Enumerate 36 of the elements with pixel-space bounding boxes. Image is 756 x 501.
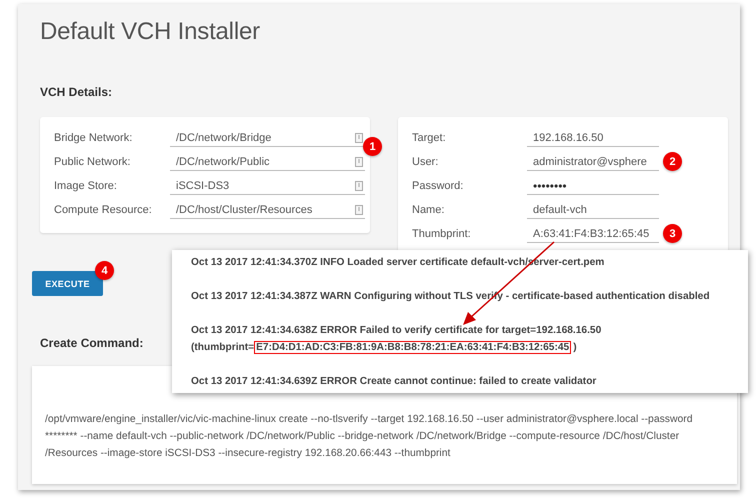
input-field[interactable]: A:63:41:F4:B3:12:65:45 — [527, 225, 659, 243]
highlighted-thumbprint: E7:D4:D1:AD:C3:FB:81:9A:B8:B8:78:21:EA:63:41:F4:B3:12:65:45 — [254, 341, 572, 354]
section-heading: Create Command: — [40, 336, 144, 350]
document-icon — [355, 132, 363, 142]
field-label: Public Network: — [54, 156, 132, 168]
command-text: /opt/vmware/engine_installer/vic/vic-machine-linux create --no-tlsverify --target 192.168.16.50 --user administrator@vsphere.local --password ******** --name default-vch --public-network /DC/network/Public --bridge-network /DC/network/Bridge --compute-resource /DC/host/Cluster /Resources --image-store iSCSI-DS3 --insecure-registry 192.168.20.66:443 --thumbprint — [45, 413, 694, 461]
input-field[interactable]: /DC/network/Public — [170, 153, 365, 171]
input-field[interactable]: 192.168.16.50 — [527, 129, 659, 147]
field-label: Name: — [412, 204, 446, 216]
number-badge: 4 — [95, 261, 114, 280]
number-badge: 2 — [663, 152, 682, 171]
log-text: (thumbprint= — [191, 342, 254, 353]
input-field[interactable]: /DC/host/Cluster/Resources — [170, 201, 365, 219]
document-icon — [355, 204, 363, 214]
field-label: User: — [412, 156, 440, 168]
page-title: Default VCH Installer — [40, 18, 261, 46]
number-badge: 1 — [363, 137, 382, 156]
log-text: ) — [573, 342, 577, 353]
field-label: Bridge Network: — [54, 132, 134, 144]
field-label: Compute Resource: — [54, 204, 153, 216]
input-field[interactable]: /DC/network/Bridge — [170, 129, 365, 147]
field-label: Password: — [412, 180, 464, 192]
field-label: Target: — [412, 132, 447, 144]
document-icon — [355, 180, 363, 190]
section-heading: VCH Details: — [40, 85, 114, 99]
input-field[interactable]: administrator@vsphere — [527, 153, 659, 171]
field-label: Thumbprint: — [412, 228, 472, 240]
number-badge: 3 — [663, 224, 682, 243]
log-line: Oct 13 2017 12:41:34.638Z ERROR Failed to verify certificate for target=192.168.16.50 — [191, 324, 602, 338]
execute-button[interactable]: EXECUTE — [32, 271, 103, 296]
log-line: Oct 13 2017 12:41:34.639Z ERROR Create cannot continue: failed to create validator — [191, 375, 598, 389]
input-field[interactable]: iSCSI-DS3 — [170, 177, 365, 195]
field-label: Image Store: — [54, 180, 118, 192]
input-field[interactable]: •••••••• — [527, 177, 659, 195]
document-icon — [355, 156, 363, 166]
input-field[interactable]: default-vch — [527, 201, 659, 219]
